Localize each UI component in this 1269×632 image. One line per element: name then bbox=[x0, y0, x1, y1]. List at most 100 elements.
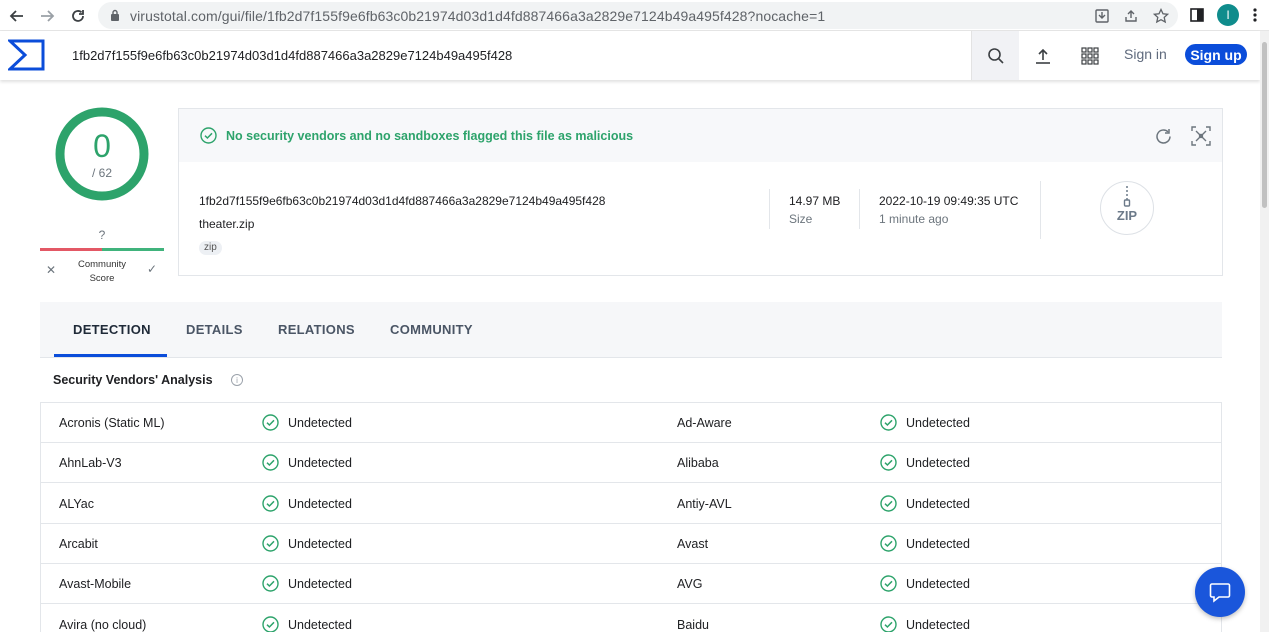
vendor-name: Avast-Mobile bbox=[59, 577, 132, 592]
check-circle-icon bbox=[262, 575, 279, 597]
url-text: virustotal.com/gui/file/1fb2d7f155f9e6fb… bbox=[130, 8, 826, 24]
tab-details[interactable]: DETAILS bbox=[186, 322, 243, 337]
verdict-message: No security vendors and no sandboxes fla… bbox=[226, 129, 634, 143]
vendor-status: Undetected bbox=[906, 536, 970, 551]
check-circle-icon bbox=[880, 414, 897, 436]
analysis-date-relative: 1 minute ago bbox=[879, 212, 949, 226]
summary-banner: No security vendors and no sandboxes fla… bbox=[179, 109, 1222, 162]
back-button[interactable] bbox=[6, 5, 28, 27]
check-circle-icon bbox=[262, 494, 279, 517]
apps-button[interactable] bbox=[1066, 31, 1114, 80]
lock-icon bbox=[110, 9, 120, 27]
search-button[interactable] bbox=[971, 31, 1019, 80]
vote-harmless-down-icon[interactable]: ✕ bbox=[46, 263, 56, 277]
check-circle-icon bbox=[880, 615, 897, 632]
vendor-status: Undetected bbox=[288, 617, 352, 632]
graph-view-icon[interactable] bbox=[1190, 125, 1212, 152]
share-icon[interactable] bbox=[1123, 8, 1139, 24]
star-icon[interactable] bbox=[1153, 8, 1169, 24]
community-score-value: ? bbox=[98, 228, 106, 242]
arrow-right-icon bbox=[41, 10, 55, 22]
table-row: Avira (no cloud) Undetected Baidu Undetecte… bbox=[41, 605, 1221, 632]
divider bbox=[1040, 181, 1041, 239]
sign-up-button[interactable]: Sign up bbox=[1185, 44, 1247, 65]
check-circle-icon bbox=[880, 494, 897, 517]
report-tabs: DETECTION DETAILS RELATIONS COMMUNITY bbox=[40, 302, 1222, 358]
vendor-name: Baidu bbox=[677, 617, 709, 632]
vendor-table: Acronis (Static ML) Undetected Ad-Aware Und… bbox=[40, 402, 1222, 632]
file-summary-card: No security vendors and no sandboxes fla… bbox=[178, 108, 1223, 276]
check-circle-icon bbox=[880, 575, 897, 597]
file-name: theater.zip bbox=[199, 217, 255, 231]
check-circle-icon bbox=[262, 414, 279, 436]
vendor-status: Undetected bbox=[906, 617, 970, 632]
vendor-name: Acronis (Static ML) bbox=[59, 416, 165, 430]
table-row: AhnLab-V3 Undetected Alibaba Undetected bbox=[41, 443, 1221, 484]
vendor-name: Avira (no cloud) bbox=[59, 617, 147, 632]
tab-community[interactable]: COMMUNITY bbox=[390, 322, 473, 337]
analysis-date: 2022-10-19 09:49:35 UTC bbox=[879, 194, 1019, 208]
browser-toolbar: virustotal.com/gui/file/1fb2d7f155f9e6fb… bbox=[0, 0, 1269, 31]
upload-button[interactable] bbox=[1019, 31, 1067, 80]
vendor-status: Undetected bbox=[288, 536, 352, 551]
site-header: 1fb2d7f155f9e6fb63c0b21974d03d1d4fd88746… bbox=[0, 31, 1260, 80]
vendor-name: Ad-Aware bbox=[677, 416, 732, 430]
check-circle-icon bbox=[880, 535, 897, 557]
reanalyze-icon[interactable] bbox=[1154, 127, 1173, 151]
vendor-name: Antiy-AVL bbox=[677, 496, 732, 511]
reload-button[interactable] bbox=[67, 5, 89, 27]
check-circle-icon bbox=[262, 615, 279, 632]
search-input[interactable]: 1fb2d7f155f9e6fb63c0b21974d03d1d4fd88746… bbox=[60, 31, 972, 80]
table-row: Arcabit Undetected Avast Undetected bbox=[41, 524, 1221, 564]
tab-relations[interactable]: RELATIONS bbox=[278, 322, 355, 337]
scrollbar-thumb[interactable] bbox=[1262, 42, 1267, 208]
file-hash[interactable]: 1fb2d7f155f9e6fb63c0b21974d03d1d4fd88746… bbox=[199, 194, 605, 208]
table-row: ALYac Undetected Antiy-AVL Undetected bbox=[41, 484, 1221, 524]
profile-avatar[interactable]: I bbox=[1217, 4, 1239, 26]
vendor-name: ALYac bbox=[59, 496, 94, 511]
vote-harmless-up-icon[interactable]: ✓ bbox=[147, 262, 157, 276]
chat-bubble-icon bbox=[1209, 583, 1231, 603]
vendor-status: Undetected bbox=[288, 456, 352, 471]
kebab-menu-icon[interactable] bbox=[1252, 4, 1258, 31]
forward-button[interactable] bbox=[36, 5, 58, 27]
vendor-name: Avast bbox=[677, 536, 709, 551]
vendor-status: Undetected bbox=[288, 496, 352, 511]
vendor-status: Undetected bbox=[288, 577, 352, 592]
detection-count: 0 bbox=[93, 128, 111, 164]
check-circle-icon bbox=[262, 454, 279, 476]
community-score-bar bbox=[40, 248, 164, 251]
file-tag[interactable]: zip bbox=[199, 241, 222, 255]
address-bar[interactable]: virustotal.com/gui/file/1fb2d7f155f9e6fb… bbox=[98, 2, 1178, 29]
info-icon[interactable]: i bbox=[231, 374, 243, 386]
community-score-label: Community Score bbox=[77, 259, 127, 284]
vendor-status: Undetected bbox=[906, 456, 970, 471]
search-icon bbox=[987, 47, 1004, 64]
table-row: Acronis (Static ML) Undetected Ad-Aware Und… bbox=[41, 403, 1221, 443]
table-row: Avast-Mobile Undetected AVG Undetected bbox=[41, 564, 1221, 605]
detection-score-panel: 0 / 62 ? ✕ Community Score ✓ bbox=[40, 106, 164, 286]
active-tab-indicator bbox=[54, 354, 167, 357]
divider bbox=[859, 189, 860, 229]
check-circle-icon bbox=[200, 127, 217, 149]
check-circle-icon bbox=[262, 535, 279, 557]
zip-label: ZIP bbox=[1116, 208, 1138, 223]
section-title: Security Vendors' Analysis bbox=[53, 373, 213, 387]
reload-icon bbox=[72, 10, 84, 22]
vendor-name: Alibaba bbox=[677, 456, 719, 471]
check-circle-icon bbox=[880, 454, 897, 476]
vendor-name: AVG bbox=[677, 577, 703, 592]
search-input-value: 1fb2d7f155f9e6fb63c0b21974d03d1d4fd88746… bbox=[72, 48, 513, 63]
vendor-name: AhnLab-V3 bbox=[59, 456, 122, 471]
vendor-status: Undetected bbox=[906, 416, 970, 430]
sign-in-link[interactable]: Sign in bbox=[1124, 46, 1167, 62]
divider bbox=[769, 189, 770, 229]
chat-button[interactable] bbox=[1195, 567, 1245, 617]
install-app-icon[interactable] bbox=[1094, 8, 1110, 24]
virustotal-logo-icon[interactable] bbox=[6, 39, 45, 76]
file-size-label: Size bbox=[789, 212, 813, 226]
upload-icon bbox=[1036, 48, 1050, 64]
side-panel-icon[interactable] bbox=[1189, 4, 1205, 31]
vendor-name: Arcabit bbox=[59, 536, 98, 551]
tab-detection[interactable]: DETECTION bbox=[73, 322, 151, 337]
